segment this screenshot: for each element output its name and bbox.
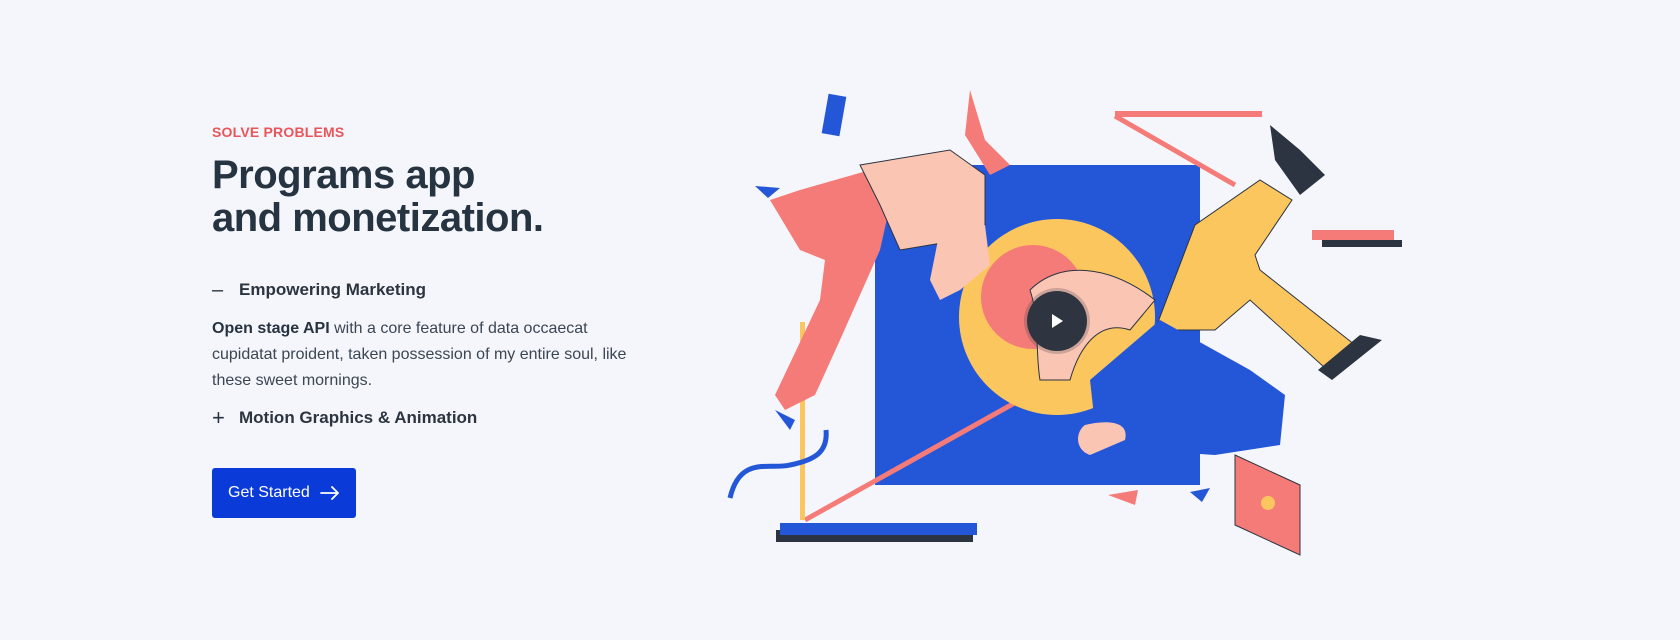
accordion-label: Empowering Marketing	[239, 280, 427, 299]
title-line-1: Programs app	[212, 153, 475, 197]
dark-bar-shape	[1322, 240, 1402, 247]
minus-icon: –	[212, 279, 224, 301]
accordion-body-bold: Open stage API	[212, 320, 330, 337]
coral-figure-body	[770, 170, 890, 410]
plus-icon: +	[212, 405, 225, 430]
coral-bar-shape	[1312, 230, 1394, 240]
eyebrow-label: SOLVE PROBLEMS	[212, 124, 345, 140]
accordion-item-empowering-marketing[interactable]: – Empowering Marketing	[212, 278, 652, 302]
coral-triangle-shape	[1108, 490, 1138, 505]
blue-triangle-shape	[1190, 488, 1210, 502]
page-title: Programs app and monetization.	[212, 154, 652, 240]
play-icon	[1052, 314, 1063, 328]
accordion-item-motion-graphics[interactable]: + Motion Graphics & Animation	[212, 406, 652, 430]
hero-text-column: SOLVE PROBLEMS Programs app and monetiza…	[212, 124, 652, 518]
blue-corner-shape	[755, 186, 780, 198]
coral-hair-shape	[965, 90, 1010, 175]
play-button[interactable]	[1024, 288, 1090, 354]
title-line-2: and monetization.	[212, 196, 544, 240]
accordion-body: Open stage API with a core feature of da…	[212, 316, 632, 394]
get-started-label: Get Started	[228, 484, 310, 501]
blue-base-shape	[780, 523, 977, 535]
accordion-label: Motion Graphics & Animation	[239, 408, 478, 427]
dark-shoe-shape	[1270, 125, 1325, 195]
blue-squiggle-shape	[727, 429, 829, 499]
blue-corner-shape-2	[775, 410, 795, 430]
arrow-right-icon	[319, 486, 339, 500]
get-started-button[interactable]: Get Started	[212, 468, 356, 518]
yellow-dot-shape	[1261, 496, 1275, 510]
blue-phone-shape	[821, 93, 847, 137]
